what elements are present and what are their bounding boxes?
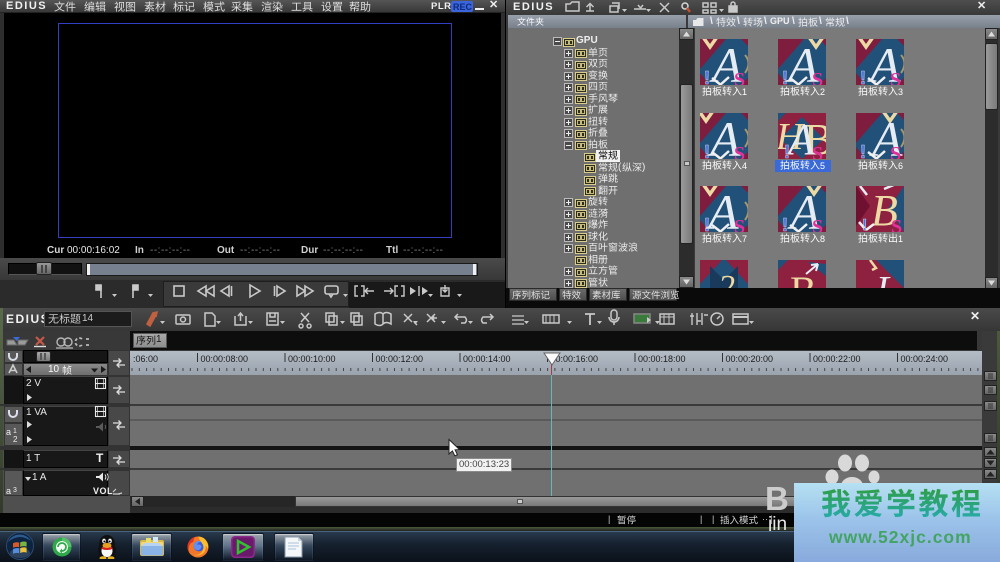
svg-text:B: B: [790, 268, 817, 288]
svg-text:S: S: [890, 69, 901, 85]
svg-text:!: !: [704, 215, 710, 232]
svg-text:!: !: [704, 68, 710, 85]
svg-text:S: S: [812, 216, 823, 232]
svg-text:a: a: [6, 486, 11, 496]
svg-text:S: S: [734, 143, 745, 159]
svg-text:S: S: [734, 69, 745, 85]
svg-text:S: S: [734, 216, 745, 232]
svg-text:!: !: [782, 215, 788, 232]
svg-text:S: S: [890, 143, 901, 159]
svg-text:00:00:22:00: 00:00:22:00: [813, 354, 861, 364]
svg-text:00:00:12:00: 00:00:12:00: [376, 354, 424, 364]
svg-text:00:00:14:00: 00:00:14:00: [463, 354, 511, 364]
svg-text:!: !: [704, 142, 710, 159]
svg-text:00:00:20:00: 00:00:20:00: [726, 354, 774, 364]
svg-text:3: 3: [13, 487, 17, 494]
svg-text:!: !: [784, 142, 790, 159]
svg-text:!: !: [860, 68, 866, 85]
svg-text:00:00:24:00: 00:00:24:00: [901, 354, 949, 364]
svg-text:S: S: [891, 216, 902, 232]
svg-text:!: !: [862, 217, 867, 232]
svg-text:S: S: [812, 69, 823, 85]
svg-text:!: !: [860, 142, 866, 159]
svg-text:00:00:08:00: 00:00:08:00: [201, 354, 249, 364]
svg-text:L: L: [875, 269, 897, 288]
svg-text:S: S: [812, 143, 823, 159]
svg-text::06:00: :06:00: [133, 354, 158, 364]
svg-text:!: !: [782, 68, 788, 85]
svg-text:1: 1: [13, 428, 17, 435]
svg-text:2: 2: [718, 269, 735, 288]
svg-text:2: 2: [13, 435, 18, 444]
svg-text:00:00:18:00: 00:00:18:00: [638, 354, 686, 364]
svg-text:a: a: [6, 427, 11, 437]
svg-text:00:00:10:00: 00:00:10:00: [288, 354, 336, 364]
